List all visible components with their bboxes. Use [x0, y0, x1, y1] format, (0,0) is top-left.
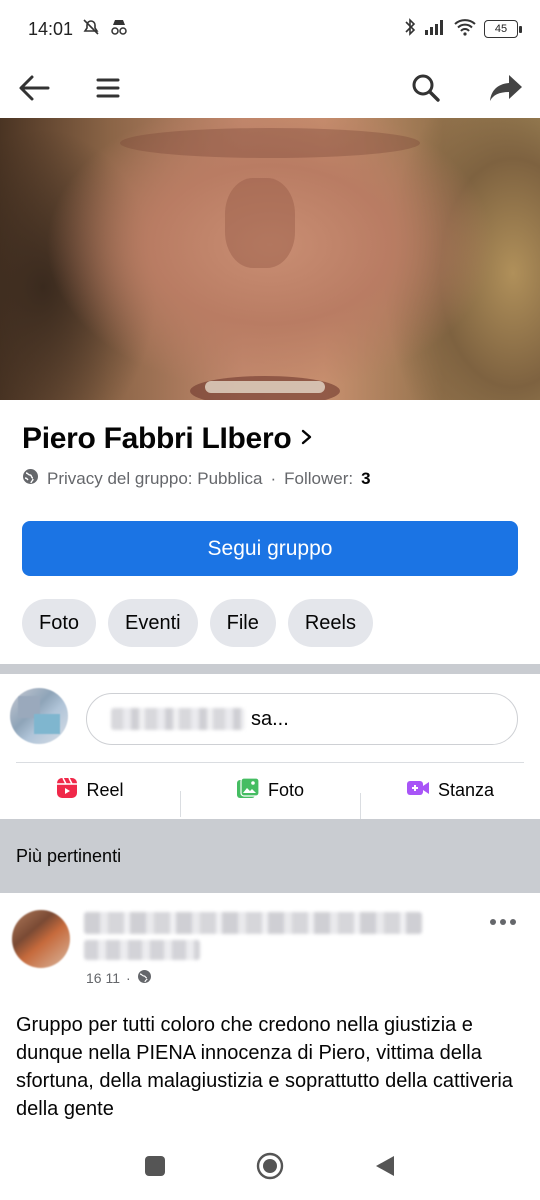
post-composer-input[interactable]: sa... — [86, 693, 518, 745]
battery-level: 45 — [494, 23, 508, 35]
group-title-link[interactable]: Piero Fabbri LIbero — [22, 422, 313, 456]
wifi-icon — [454, 18, 476, 41]
status-bar: 14:01 45 — [0, 0, 540, 58]
status-time: 14:01 — [28, 18, 74, 39]
dot — [490, 919, 496, 925]
globe-icon — [137, 969, 152, 987]
recents-icon[interactable] — [144, 1155, 166, 1182]
menu-icon[interactable] — [90, 70, 126, 106]
muted-icon — [81, 17, 101, 42]
cover-photo[interactable] — [0, 118, 540, 400]
room-label: Stanza — [437, 779, 495, 800]
section-divider — [0, 664, 540, 674]
post-body: Gruppo per tutti coloro che credono nell… — [16, 1014, 513, 1120]
post-meta: 16 11 · — [86, 969, 152, 987]
followers-label: Follower: — [284, 469, 354, 488]
tab-foto[interactable]: Foto — [22, 599, 97, 647]
cover-detail — [120, 128, 420, 158]
share-icon[interactable] — [488, 70, 524, 106]
reel-label: Reel — [86, 779, 124, 800]
top-nav — [0, 58, 540, 118]
dot — [510, 919, 516, 925]
back-icon[interactable] — [374, 1154, 396, 1183]
group-name: Piero Fabbri LIbero — [22, 422, 292, 455]
photo-button[interactable]: Foto — [180, 776, 360, 817]
feed-sort-header[interactable]: Più pertinenti — [0, 819, 540, 893]
meta-separator: · — [126, 970, 131, 986]
group-meta: Privacy del gruppo: Pubblica · Follower:… — [22, 468, 371, 490]
chevron-right-icon — [301, 428, 313, 451]
followers-count: 3 — [361, 469, 371, 488]
tab-reels[interactable]: Reels — [287, 599, 373, 647]
photo-label: Foto — [267, 779, 305, 800]
bluetooth-icon — [404, 17, 416, 42]
signal-icon — [424, 19, 446, 40]
cover-detail — [205, 381, 325, 393]
composer-placeholder: sa... — [251, 707, 289, 730]
blurred-author-name[interactable] — [84, 912, 422, 934]
reel-icon — [56, 777, 78, 804]
video-room-icon — [406, 779, 430, 802]
reel-button[interactable]: Reel — [0, 777, 180, 804]
blurred-author-name — [84, 940, 200, 960]
group-tabs: Foto Eventi File Reels — [22, 599, 373, 647]
tab-eventi[interactable]: Eventi — [108, 599, 198, 647]
feed-sort-label: Più pertinenti — [16, 845, 122, 866]
privacy-label: Privacy del gruppo: Pubblica — [47, 469, 263, 488]
battery-icon: 45 — [484, 20, 522, 38]
photo-icon — [236, 776, 260, 804]
avatar[interactable] — [10, 688, 68, 744]
more-options-icon[interactable] — [486, 910, 520, 934]
blurred-text — [111, 708, 245, 730]
composer-actions: Reel Foto Stanza — [0, 763, 540, 819]
follow-group-button[interactable]: Segui gruppo — [22, 521, 518, 576]
post-time: 16 11 — [86, 970, 120, 986]
room-button[interactable]: Stanza — [360, 779, 540, 819]
incognito-icon — [109, 18, 129, 41]
tab-file[interactable]: File — [209, 599, 276, 647]
system-nav-bar — [0, 1136, 540, 1200]
back-arrow-icon[interactable] — [16, 70, 52, 106]
globe-icon — [22, 468, 39, 490]
cover-detail — [225, 178, 295, 268]
search-icon[interactable] — [408, 70, 444, 106]
dot — [500, 919, 506, 925]
avatar[interactable] — [12, 910, 70, 968]
meta-separator: · — [270, 469, 277, 488]
home-icon[interactable] — [256, 1152, 284, 1185]
